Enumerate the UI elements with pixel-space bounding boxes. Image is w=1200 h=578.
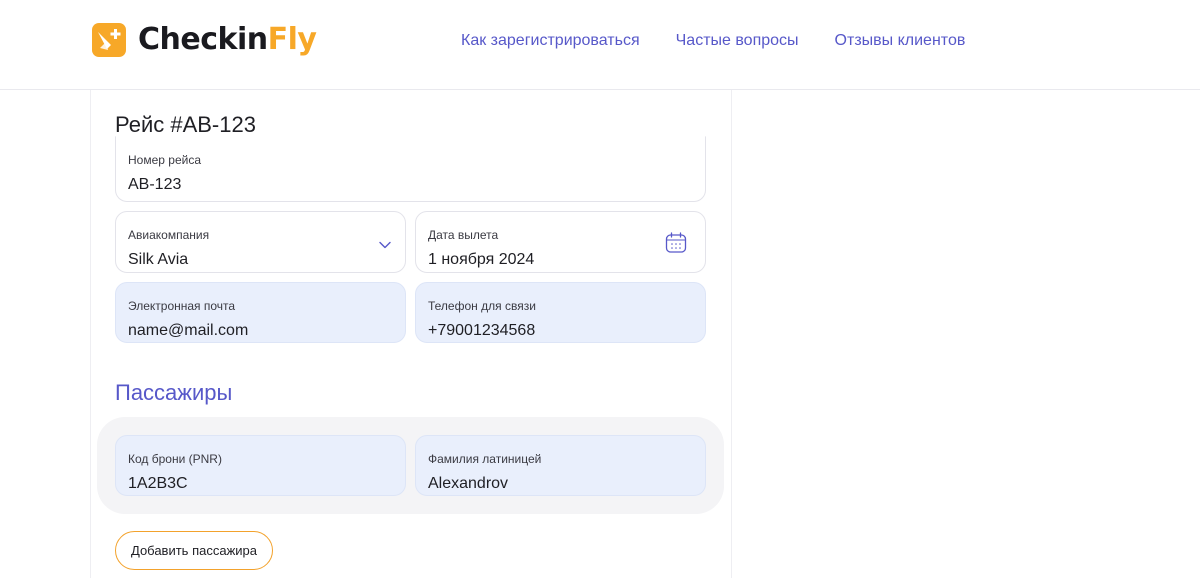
lastname-field[interactable]: Фамилия латиницей Alexandrov: [415, 435, 706, 496]
site-header: CheckinFly Как зарегистрироваться Частые…: [0, 0, 1200, 90]
lastname-value: Alexandrov: [428, 475, 509, 492]
email-field[interactable]: Электронная почта name@mail.com: [115, 282, 406, 343]
passengers-title: Пассажиры: [115, 380, 233, 405]
flight-number-value: AB-123: [128, 176, 182, 193]
phone-field[interactable]: Телефон для связи +79001234568: [415, 282, 706, 343]
main-nav: Как зарегистрироваться Частые вопросы От…: [461, 31, 1001, 51]
flight-number-field[interactable]: Номер рейса AB-123: [115, 136, 706, 202]
departure-date-value: 1 ноября 2024: [428, 251, 535, 268]
brand-name: CheckinFly: [138, 22, 317, 57]
phone-value: +79001234568: [428, 322, 536, 339]
airline-value: Silk Avia: [128, 251, 189, 268]
plane-plus-icon: [92, 23, 126, 57]
email-value: name@mail.com: [128, 322, 249, 339]
nav-link-reviews[interactable]: Отзывы клиентов: [835, 31, 966, 51]
phone-label: Телефон для связи: [428, 299, 536, 313]
pnr-value: 1A2B3C: [128, 475, 188, 492]
pnr-field[interactable]: Код брони (PNR) 1A2B3C: [115, 435, 406, 496]
calendar-icon[interactable]: [665, 232, 687, 259]
departure-date-field[interactable]: Дата вылета 1 ноября 2024: [415, 211, 706, 273]
departure-date-label: Дата вылета: [428, 228, 499, 242]
add-passenger-button[interactable]: Добавить пассажира: [115, 531, 273, 570]
logo[interactable]: CheckinFly: [92, 22, 317, 57]
email-label: Электронная почта: [128, 299, 236, 313]
airline-select[interactable]: Авиакомпания Silk Avia: [115, 211, 406, 273]
nav-link-how-to-register[interactable]: Как зарегистрироваться: [461, 31, 640, 51]
airline-label: Авиакомпания: [128, 228, 210, 242]
flight-number-label: Номер рейса: [128, 153, 201, 167]
pnr-label: Код брони (PNR): [128, 452, 222, 466]
lastname-label: Фамилия латиницей: [428, 452, 542, 466]
chevron-down-icon[interactable]: [379, 236, 391, 254]
nav-link-faq[interactable]: Частые вопросы: [676, 31, 799, 51]
flight-title: Рейс #AB-123: [115, 112, 256, 137]
